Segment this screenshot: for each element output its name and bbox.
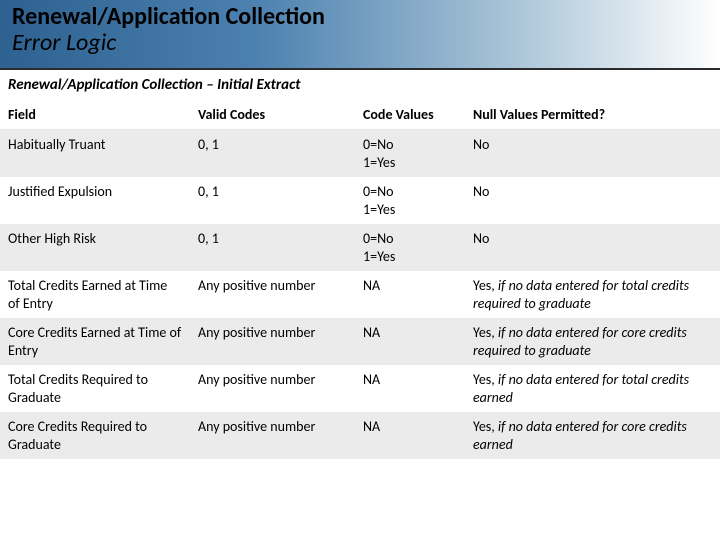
table-row: Justified Expulsion 0, 1 0=No1=Yes No bbox=[0, 177, 720, 224]
cell-null-permitted: No bbox=[465, 224, 720, 271]
col-header-field: Field bbox=[0, 100, 190, 130]
cell-code-values: 0=No1=Yes bbox=[355, 130, 465, 178]
cell-field: Habitually Truant bbox=[0, 130, 190, 178]
null-prefix: No bbox=[473, 230, 489, 247]
table-row: Other High Risk 0, 1 0=No1=Yes No bbox=[0, 224, 720, 271]
null-italic: if no data entered for total credits req… bbox=[473, 277, 689, 312]
cell-code-values: 0=No1=Yes bbox=[355, 224, 465, 271]
cell-field: Total Credits Required to Graduate bbox=[0, 365, 190, 412]
null-italic: if no data entered for core credits earn… bbox=[473, 418, 687, 453]
cell-field: Core Credits Required to Graduate bbox=[0, 412, 190, 459]
cell-code-values: NA bbox=[355, 412, 465, 459]
null-prefix: Yes, bbox=[473, 324, 498, 341]
page-title: Renewal/Application Collection bbox=[12, 4, 708, 30]
cell-null-permitted: Yes, if no data entered for core credits… bbox=[465, 318, 720, 365]
table-row: Total Credits Required to Graduate Any p… bbox=[0, 365, 720, 412]
page-subtitle: Error Logic bbox=[12, 30, 708, 56]
cell-code-values: NA bbox=[355, 318, 465, 365]
cell-valid-codes: 0, 1 bbox=[190, 177, 355, 224]
cell-null-permitted: Yes, if no data entered for total credit… bbox=[465, 365, 720, 412]
col-header-null-permitted: Null Values Permitted? bbox=[465, 100, 720, 130]
cell-field: Justified Expulsion bbox=[0, 177, 190, 224]
cell-null-permitted: Yes, if no data entered for total credit… bbox=[465, 271, 720, 318]
cell-valid-codes: Any positive number bbox=[190, 318, 355, 365]
cell-field: Other High Risk bbox=[0, 224, 190, 271]
cell-code-values: NA bbox=[355, 365, 465, 412]
cell-valid-codes: 0, 1 bbox=[190, 130, 355, 178]
error-logic-table: Field Valid Codes Code Values Null Value… bbox=[0, 100, 720, 459]
null-prefix: Yes, bbox=[473, 418, 498, 435]
null-prefix: No bbox=[473, 136, 489, 153]
cell-null-permitted: No bbox=[465, 130, 720, 178]
col-header-valid-codes: Valid Codes bbox=[190, 100, 355, 130]
table-row: Habitually Truant 0, 1 0=No1=Yes No bbox=[0, 130, 720, 178]
null-italic: if no data entered for total credits ear… bbox=[473, 371, 689, 406]
table-row: Core Credits Earned at Time of Entry Any… bbox=[0, 318, 720, 365]
cell-code-values: 0=No1=Yes bbox=[355, 177, 465, 224]
cell-null-permitted: No bbox=[465, 177, 720, 224]
null-prefix: Yes, bbox=[473, 277, 498, 294]
table-row: Core Credits Required to Graduate Any po… bbox=[0, 412, 720, 459]
header-band: Renewal/Application Collection Error Log… bbox=[0, 0, 720, 70]
cell-valid-codes: Any positive number bbox=[190, 271, 355, 318]
cell-valid-codes: Any positive number bbox=[190, 365, 355, 412]
table-row: Total Credits Earned at Time of Entry An… bbox=[0, 271, 720, 318]
null-italic: if no data entered for core credits requ… bbox=[473, 324, 687, 359]
cell-null-permitted: Yes, if no data entered for core credits… bbox=[465, 412, 720, 459]
null-prefix: Yes, bbox=[473, 371, 498, 388]
cell-code-values: NA bbox=[355, 271, 465, 318]
cell-valid-codes: Any positive number bbox=[190, 412, 355, 459]
null-prefix: No bbox=[473, 183, 489, 200]
cell-field: Core Credits Earned at Time of Entry bbox=[0, 318, 190, 365]
cell-field: Total Credits Earned at Time of Entry bbox=[0, 271, 190, 318]
col-header-code-values: Code Values bbox=[355, 100, 465, 130]
table-header-row: Field Valid Codes Code Values Null Value… bbox=[0, 100, 720, 130]
cell-valid-codes: 0, 1 bbox=[190, 224, 355, 271]
section-heading: Renewal/Application Collection – Initial… bbox=[0, 70, 720, 100]
